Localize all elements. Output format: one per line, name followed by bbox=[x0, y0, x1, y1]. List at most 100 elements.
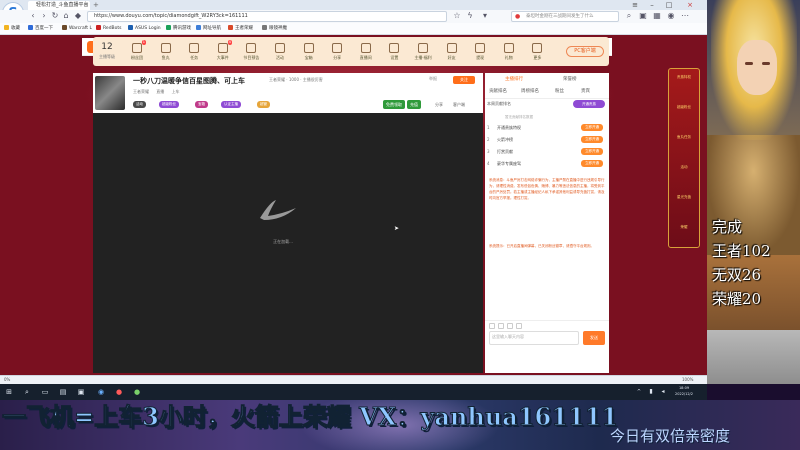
bookmark-item[interactable]: 百度一下 bbox=[28, 25, 53, 33]
stream-tag[interactable]: 上车 bbox=[172, 89, 180, 94]
bookmark-item[interactable]: RedBots bbox=[96, 25, 122, 33]
open-noble-button[interactable]: 开通贵族 bbox=[573, 100, 605, 108]
recharge-button[interactable]: 充值 bbox=[407, 100, 421, 109]
search-input[interactable]: ● 泰坦时金刚在三战期间发生了什么 bbox=[511, 11, 619, 22]
promo-item[interactable]: 荣耀 bbox=[671, 225, 697, 230]
shield-icon[interactable]: ◆ bbox=[73, 11, 83, 21]
close-window-icon[interactable]: × bbox=[683, 0, 697, 10]
stream-tag[interactable]: 王者荣耀 bbox=[133, 89, 149, 94]
rank-action-button[interactable]: 立即开通 bbox=[581, 124, 603, 131]
feature-item[interactable]: 大事件 4 bbox=[211, 40, 235, 60]
chat-input[interactable]: 这里输入聊天内容 bbox=[489, 331, 579, 345]
bookmark-star-icon[interactable]: ☆ bbox=[452, 11, 462, 21]
tab-vip[interactable]: 贵宾 bbox=[581, 88, 590, 95]
dropdown-icon[interactable]: ▾ bbox=[480, 11, 490, 21]
tab-anchor-rank[interactable]: 主播排行 bbox=[505, 76, 523, 83]
rank-action-button[interactable]: 立即开通 bbox=[581, 148, 603, 155]
feature-item[interactable]: 提现 bbox=[468, 43, 492, 60]
system-clock[interactable]: 18:09 2022/12/2 bbox=[670, 385, 698, 397]
maximize-icon[interactable]: □ bbox=[662, 0, 676, 10]
tab-honor[interactable]: 荣誉榜 bbox=[563, 76, 577, 83]
emoji-icon[interactable] bbox=[489, 323, 495, 329]
feature-item[interactable]: 节目预告 bbox=[239, 43, 263, 60]
feature-item[interactable]: 鱼丸 bbox=[154, 43, 178, 60]
feature-item[interactable]: 设置 bbox=[382, 43, 406, 60]
rank-action-button[interactable]: 立即开通 bbox=[581, 160, 603, 167]
file-explorer-icon[interactable]: ▤ bbox=[58, 387, 68, 397]
stream-badge[interactable]: 超管 bbox=[257, 101, 270, 108]
settings-icon[interactable] bbox=[516, 323, 522, 329]
feature-item[interactable]: 分享 bbox=[325, 43, 349, 60]
close-tab-icon[interactable]: × bbox=[84, 1, 88, 10]
new-tab-icon[interactable]: + bbox=[93, 1, 99, 9]
chat-app-icon[interactable]: ● bbox=[132, 387, 142, 397]
refresh-icon[interactable]: ↻ bbox=[50, 11, 60, 21]
menu-more-icon[interactable]: ⋯ bbox=[680, 11, 690, 21]
report-link[interactable]: 举报 bbox=[429, 75, 437, 83]
menu-icon[interactable]: ≡ bbox=[628, 0, 642, 10]
promo-item[interactable]: 贵族特权 bbox=[671, 75, 697, 80]
feature-item[interactable]: 主播·福利 bbox=[411, 43, 435, 60]
search-icon[interactable]: ⌕ bbox=[22, 387, 32, 397]
streamer-avatar[interactable] bbox=[95, 76, 125, 110]
barrage-style-icon[interactable] bbox=[498, 323, 504, 329]
zoom-level[interactable]: 100% bbox=[682, 376, 693, 384]
search-engine-icon[interactable]: ● bbox=[515, 12, 520, 21]
bookmark-item[interactable]: 眼镜神魔 bbox=[262, 25, 287, 33]
tab-contribution[interactable]: 贡献排名 bbox=[489, 88, 507, 95]
stream-badge[interactable]: 超级粉丝 bbox=[159, 101, 179, 108]
feature-item[interactable]: 直播间 bbox=[354, 43, 378, 60]
free-gift-button[interactable]: 免费领取 bbox=[383, 100, 405, 109]
feature-item[interactable]: 宝箱 bbox=[297, 43, 321, 60]
video-player[interactable]: 正在加载... ➤ bbox=[93, 113, 483, 373]
tab-fans[interactable]: 粉丝 bbox=[555, 88, 564, 95]
browser-tab[interactable]: 轻松打造_斗鱼直播平台 × bbox=[28, 1, 90, 10]
bookmark-item[interactable]: 收藏 bbox=[4, 25, 20, 33]
task-view-icon[interactable]: ▭ bbox=[40, 387, 50, 397]
share-link[interactable]: 分享 bbox=[435, 102, 443, 108]
pc-client-button[interactable]: PC客户端 bbox=[566, 46, 604, 57]
promo-item[interactable]: 鱼丸任务 bbox=[671, 135, 697, 140]
user-icon[interactable]: ◉ bbox=[666, 11, 676, 21]
promo-item[interactable]: 活动 bbox=[671, 165, 697, 170]
feature-item[interactable]: 活动 bbox=[268, 43, 292, 60]
app-icon[interactable]: ▣ bbox=[76, 387, 86, 397]
address-bar[interactable]: https://www.douyu.com/topic/diamondgift_… bbox=[87, 11, 447, 22]
search-icon[interactable]: ⌕ bbox=[624, 11, 634, 21]
bookmark-item[interactable]: Warcraft L bbox=[62, 25, 92, 33]
stream-badge[interactable]: 认证主播 bbox=[221, 101, 241, 108]
network-icon[interactable]: ▮ bbox=[646, 387, 656, 397]
volume-icon[interactable]: ◂ bbox=[658, 387, 668, 397]
fan-badge-icon[interactable] bbox=[507, 323, 513, 329]
stream-badge[interactable]: 活动 bbox=[133, 101, 146, 108]
feature-item[interactable]: 更多 bbox=[525, 43, 549, 60]
extensions-icon[interactable]: ▣ bbox=[638, 11, 648, 21]
tray-up-icon[interactable]: ^ bbox=[634, 387, 644, 397]
tab-weekly[interactable]: 周榜排名 bbox=[521, 88, 539, 95]
feature-item[interactable]: 任务 bbox=[182, 43, 206, 60]
client-link[interactable]: 客户端 bbox=[453, 102, 465, 108]
forward-icon[interactable]: › bbox=[39, 11, 49, 21]
windows-start-icon[interactable]: ⊞ bbox=[4, 387, 14, 397]
minimize-icon[interactable]: – bbox=[645, 0, 659, 10]
bookmark-item[interactable]: ASUS Login bbox=[128, 25, 161, 33]
promo-item[interactable]: 星光充值 bbox=[671, 195, 697, 200]
bookmark-item[interactable]: 王者荣耀 bbox=[228, 25, 253, 33]
bookmark-item[interactable]: 网址导航 bbox=[196, 25, 221, 33]
promo-item[interactable]: 超级粉丝 bbox=[671, 105, 697, 110]
bookmark-item[interactable]: 腾讯游戏 bbox=[166, 25, 191, 33]
back-icon[interactable]: ‹ bbox=[28, 11, 38, 21]
feature-item[interactable]: 好友 bbox=[440, 43, 464, 60]
grid-icon[interactable]: ▦ bbox=[652, 11, 662, 21]
feature-item[interactable]: 粉丝团 1 bbox=[125, 40, 149, 60]
browser-taskbar-icon[interactable]: ◉ bbox=[96, 387, 106, 397]
home-icon[interactable]: ⌂ bbox=[61, 11, 71, 21]
stream-badge[interactable]: 宝箱 bbox=[195, 101, 208, 108]
record-app-icon[interactable]: ● bbox=[114, 387, 124, 397]
feature-item[interactable]: 礼物 bbox=[497, 43, 521, 60]
send-button[interactable]: 发送 bbox=[583, 331, 605, 345]
lightning-icon[interactable]: ϟ bbox=[465, 11, 475, 21]
follow-button[interactable]: 关注 bbox=[453, 76, 475, 84]
stream-tag[interactable]: 直播 bbox=[156, 89, 164, 94]
rank-action-button[interactable]: 立即开通 bbox=[581, 136, 603, 143]
